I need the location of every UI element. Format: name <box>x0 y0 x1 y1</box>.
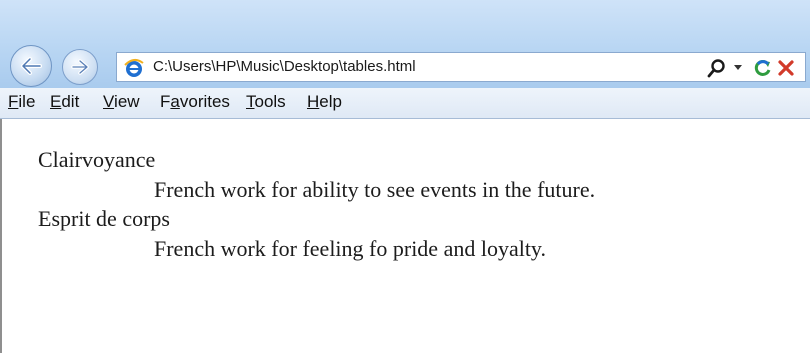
menu-edit[interactable]: Edit <box>50 92 79 112</box>
definition-description: French work for ability to see events in… <box>154 177 596 202</box>
address-bar[interactable]: C:\Users\HP\Music\Desktop\tables.html <box>116 52 806 82</box>
dropdown-icon[interactable] <box>733 64 743 72</box>
page-content: Clairvoyance French work for ability to … <box>0 119 810 353</box>
forward-button[interactable] <box>62 49 98 85</box>
refresh-icon[interactable] <box>753 58 773 78</box>
browser-window: C:\Users\HP\Music\Desktop\tables.html Fi… <box>0 0 810 353</box>
menu-help[interactable]: Help <box>307 92 342 112</box>
stop-icon[interactable] <box>777 59 795 77</box>
menu-bar: File Edit View Favorites Tools Help <box>0 88 810 119</box>
back-icon <box>21 57 42 75</box>
definition-term: Esprit de corps <box>38 206 170 231</box>
definition-description: French work for feeling fo pride and loy… <box>154 236 547 261</box>
menu-view[interactable]: View <box>103 92 140 112</box>
address-url[interactable]: C:\Users\HP\Music\Desktop\tables.html <box>153 58 416 75</box>
search-icon[interactable] <box>707 58 727 78</box>
definition-term: Clairvoyance <box>38 147 156 172</box>
ie-icon <box>124 59 144 77</box>
forward-icon <box>71 59 89 75</box>
back-button[interactable] <box>10 45 52 87</box>
menu-tools[interactable]: Tools <box>246 92 286 112</box>
menu-favorites[interactable]: Favorites <box>160 92 230 112</box>
browser-toolbar: C:\Users\HP\Music\Desktop\tables.html <box>0 0 810 89</box>
menu-file[interactable]: File <box>8 92 35 112</box>
